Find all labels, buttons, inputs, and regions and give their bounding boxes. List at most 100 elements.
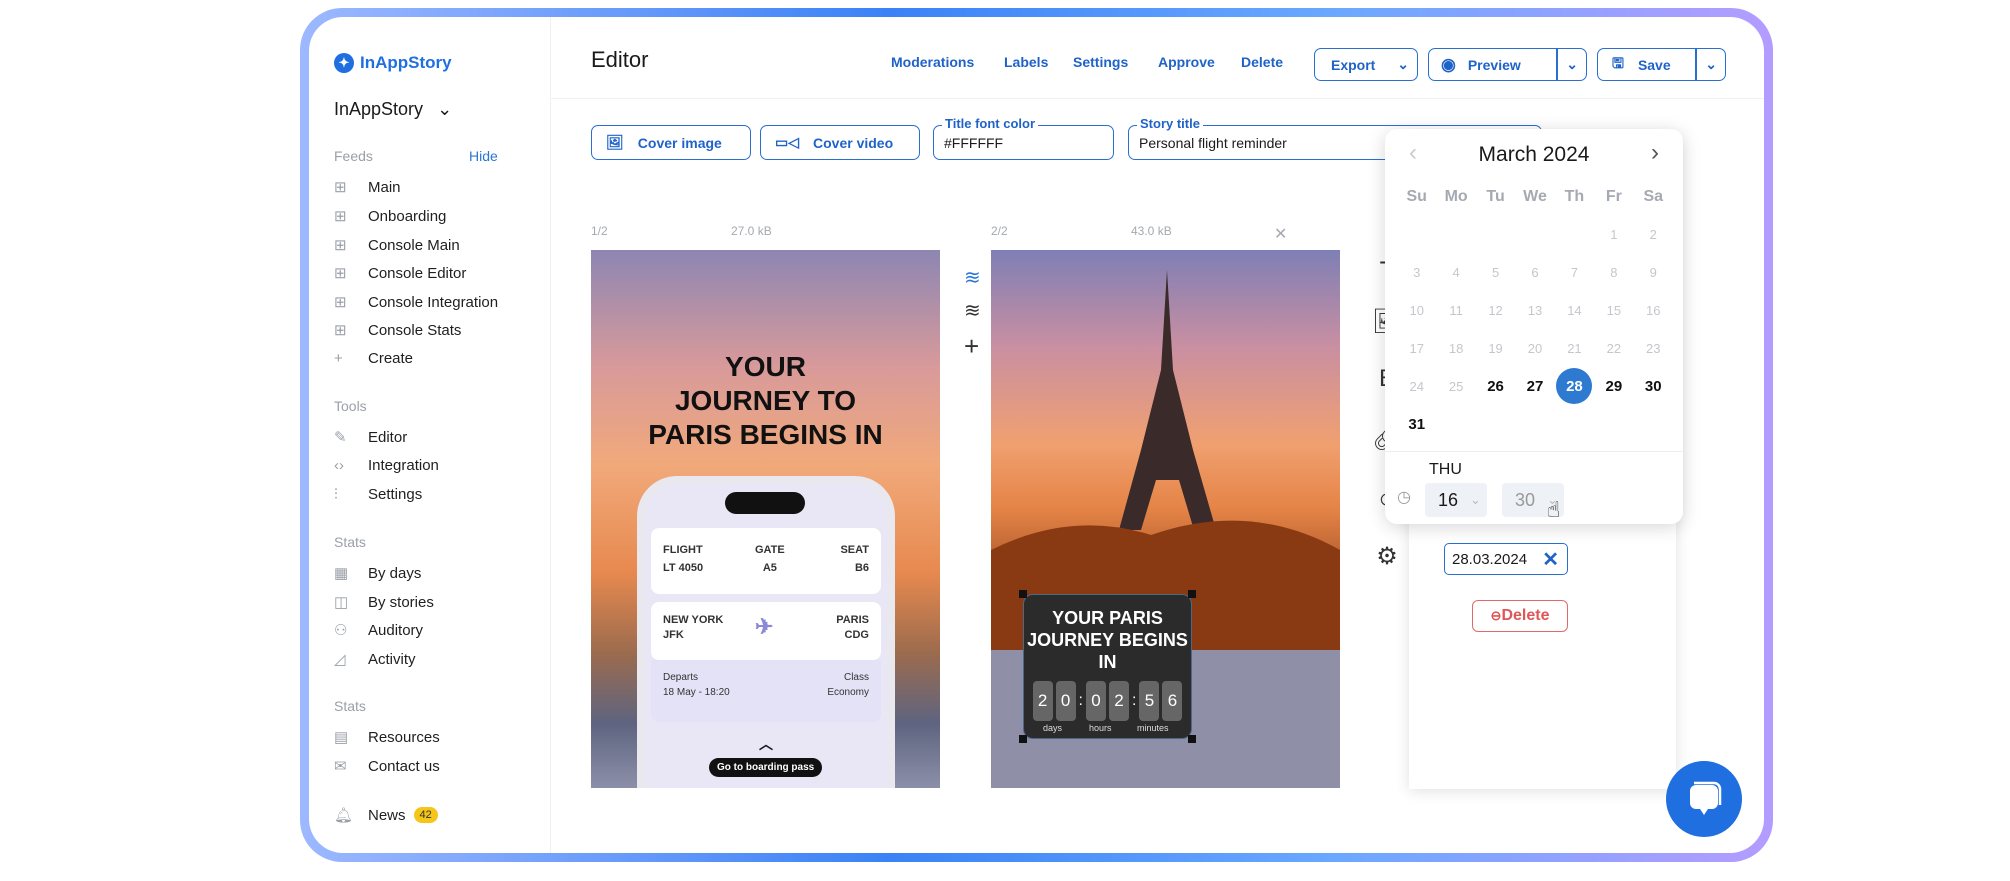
chat-support-button[interactable]: [1666, 761, 1742, 837]
org-name: InAppStory: [334, 99, 424, 119]
calendar-day: 2: [1649, 226, 1657, 242]
hour-select[interactable]: 16 ⌄: [1425, 483, 1487, 517]
field-value: #FFFFFF: [944, 135, 1004, 151]
sidebar-item-main[interactable]: ⊞ Main: [334, 178, 401, 197]
weekday-header: Mo: [1444, 188, 1468, 205]
title-font-color-field[interactable]: Title font color #FFFFFF: [933, 116, 1114, 160]
add-icon[interactable]: +: [964, 331, 979, 362]
layers-icon-active[interactable]: ≋: [964, 265, 981, 290]
layers-icon[interactable]: ≋: [964, 298, 981, 323]
calendar-day: 10: [1409, 302, 1424, 318]
sidebar-item-console-main[interactable]: ⊞ Console Main: [334, 236, 460, 255]
logo[interactable]: ✦ InAppStory: [334, 53, 452, 73]
sidebar-item-activity[interactable]: ◿ Activity: [334, 650, 416, 669]
slide-1[interactable]: YOUR JOURNEY TO PARIS BEGINS IN FLIGHT LT 4…: [591, 250, 940, 788]
gear-icon[interactable]: ⚙: [1372, 542, 1402, 571]
chevron-down-icon[interactable]: ⌄: [1397, 56, 1409, 73]
sidebar-item-news[interactable]: 🔔︎ News 42: [334, 806, 438, 824]
sidebar-item-settings[interactable]: ⫶ Settings: [334, 486, 422, 503]
export-button[interactable]: Export ⌄: [1314, 48, 1418, 81]
resize-handle[interactable]: [1019, 735, 1027, 743]
preview-button[interactable]: ◉ Preview ⌄: [1428, 48, 1587, 81]
sidebar-item-label: Resources: [368, 728, 440, 746]
sidebar-item-by-days[interactable]: ▦ By days: [334, 564, 421, 583]
grid-icon: ⊞: [334, 179, 347, 196]
sidebar-item-editor[interactable]: ✎ Editor: [334, 428, 407, 447]
calendar-day: 14: [1567, 302, 1582, 318]
moderations-link[interactable]: Moderations: [891, 54, 974, 70]
sliders-icon: ⫶: [334, 486, 338, 503]
sidebar-divider: [550, 17, 551, 853]
calendar-icon: ▦: [334, 565, 349, 582]
calendar-day: 15: [1606, 302, 1622, 318]
date-picker: ‹ March 2024 › Su Mo Tu We Th Fr Sa 1 2 3 4 5 6 7 8 9 10…: [1385, 129, 1683, 524]
delete-button[interactable]: ⊖ Delete: [1472, 600, 1568, 632]
calendar-day: 12: [1488, 302, 1503, 318]
cover-video-label: Cover video: [813, 134, 894, 151]
sidebar-item-contact-us[interactable]: ✉ Contact us: [334, 757, 440, 776]
sidebar-item-console-integration[interactable]: ⊞ Console Integration: [334, 293, 499, 312]
sidebar-item-label: Console Integration: [368, 293, 499, 311]
grid-icon: ⊞: [334, 265, 347, 282]
sidebar-item-resources[interactable]: ▤ Resources: [334, 728, 440, 747]
calendar-day[interactable]: 29: [1594, 367, 1633, 405]
resize-handle[interactable]: [1188, 735, 1196, 743]
boarding-pass-button[interactable]: Go to boarding pass: [709, 758, 823, 777]
countdown-widget[interactable]: YOUR PARIS JOURNEY BEGINS IN 20: 02: 56 d…: [1023, 594, 1192, 739]
chevron-down-icon[interactable]: ⌄: [1566, 56, 1578, 73]
calendar-day: 6: [1531, 264, 1539, 280]
cover-video-button[interactable]: ▭◁ Cover video: [760, 125, 920, 160]
calendar-day[interactable]: 26: [1476, 367, 1515, 405]
sidebar-item-console-editor[interactable]: ⊞ Console Editor: [334, 264, 466, 283]
folder-icon: ▤: [334, 729, 349, 746]
selected-day[interactable]: 28: [1556, 368, 1593, 404]
date-input[interactable]: 28.03.2024 ✕: [1444, 543, 1568, 575]
header-divider: [551, 98, 1764, 99]
next-month-icon[interactable]: ›: [1651, 139, 1659, 167]
close-icon[interactable]: ✕: [1274, 224, 1287, 244]
sidebar-item-create[interactable]: + Create: [334, 350, 413, 367]
plus-icon: +: [334, 350, 343, 367]
calendar-day[interactable]: 30: [1634, 367, 1673, 405]
calendar-day[interactable]: 27: [1515, 367, 1554, 405]
code-icon: ‹›: [334, 457, 344, 474]
hide-link[interactable]: Hide: [469, 148, 498, 164]
calendar-day: 4: [1452, 264, 1460, 280]
sidebar-item-label: Console Stats: [368, 321, 462, 339]
labels-link[interactable]: Labels: [1004, 54, 1048, 70]
seat-label: SEAT: [840, 544, 869, 556]
calendar-day[interactable]: 28: [1555, 367, 1594, 405]
preview-label: Preview: [1467, 56, 1521, 73]
resize-handle[interactable]: [1019, 590, 1027, 598]
calendar-day: 13: [1527, 302, 1543, 318]
chevron-down-icon[interactable]: ⌄: [1705, 56, 1717, 73]
logo-text: InAppStory: [360, 53, 452, 72]
save-button[interactable]: 🖫 Save ⌄: [1597, 48, 1726, 81]
calendar-day: 21: [1567, 340, 1582, 356]
departs-value: 18 May - 18:20: [663, 687, 730, 698]
sidebar-item-integration[interactable]: ‹› Integration: [334, 457, 439, 474]
seat-value: B6: [854, 562, 869, 574]
calendar-day: 3: [1413, 264, 1421, 280]
calendar-day[interactable]: 31: [1397, 405, 1436, 443]
settings-link[interactable]: Settings: [1073, 54, 1128, 70]
sidebar-item-console-stats[interactable]: ⊞ Console Stats: [334, 321, 462, 340]
time-divider: [1385, 451, 1683, 452]
org-selector[interactable]: InAppStory ⌄: [334, 99, 452, 120]
unit-label: hours: [1089, 723, 1112, 733]
page-title: Editor: [591, 47, 649, 72]
sidebar-item-auditory[interactable]: ⚇ Auditory: [334, 621, 423, 640]
weekday-header: Fr: [1605, 188, 1622, 205]
calendar-day: 23: [1646, 340, 1661, 356]
sidebar-item-onboarding[interactable]: ⊞ Onboarding: [334, 207, 446, 226]
resize-handle[interactable]: [1188, 590, 1196, 598]
cover-image-button[interactable]: 🖼︎ Cover image: [591, 125, 751, 160]
delete-link[interactable]: Delete: [1241, 54, 1283, 70]
countdown-digits: 20: 02: 56: [1024, 681, 1191, 721]
slide-2[interactable]: YOUR PARIS JOURNEY BEGINS IN 20: 02: 56 d…: [991, 250, 1340, 788]
clear-icon[interactable]: ✕: [1542, 547, 1559, 572]
sidebar-item-label: Main: [368, 178, 401, 196]
edit-icon: ✎: [334, 429, 347, 446]
sidebar-item-by-stories[interactable]: ◫ By stories: [334, 593, 434, 612]
approve-link[interactable]: Approve: [1158, 54, 1215, 70]
